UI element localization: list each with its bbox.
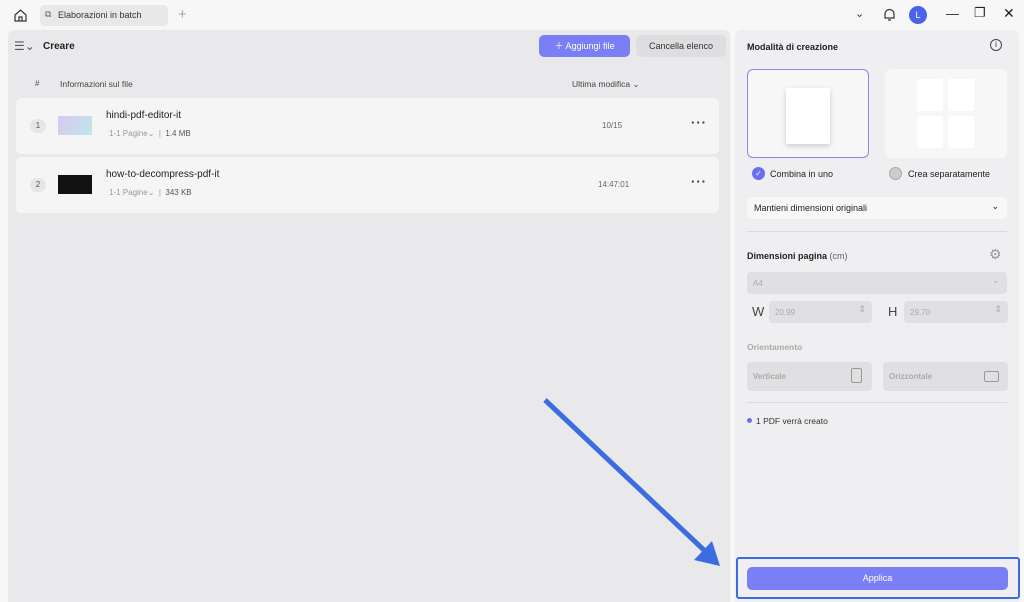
separate-card[interactable] (885, 69, 1007, 158)
batch-icon: ⧉ (45, 9, 52, 19)
separate-radio[interactable] (889, 167, 902, 180)
file-modified: 10/15 (602, 121, 623, 130)
page-size-title: Dimensioni pagina (cm) (747, 251, 848, 261)
height-value: 29.70 (910, 308, 931, 317)
chevron-down-icon: ⌄ (992, 276, 999, 285)
width-input[interactable]: 20.99 ⇕ (769, 301, 872, 323)
size-mode-value: Mantieni dimensioni originali (754, 203, 868, 213)
paper-size-select[interactable]: A4 ⌄ (747, 272, 1007, 294)
landscape-label: Orizzontale (889, 372, 933, 381)
title-bar: ⧉ Elaborazioni in batch + ⌄ L — ❐ ✕ (0, 0, 1024, 30)
tab-label: Elaborazioni in batch (58, 10, 142, 20)
height-label: H (888, 304, 898, 319)
file-thumbnail (58, 175, 92, 194)
stepper-icon[interactable]: ⇕ (994, 304, 1002, 315)
bell-icon[interactable] (883, 8, 896, 22)
page-range[interactable]: 1-1 Pagine⌄ | 1.4 MB (109, 129, 191, 138)
chevron-down-icon[interactable]: ⌄ (855, 7, 864, 20)
plus-icon: ＋ (554, 41, 566, 51)
portrait-icon (851, 368, 862, 383)
page-preview-icon (917, 116, 943, 148)
column-modified[interactable]: Ultima modifica ⌄ (572, 79, 640, 90)
landscape-button[interactable]: Orizzontale (883, 362, 1008, 391)
page-range-label: 1-1 Pagine (109, 188, 148, 197)
highlight-box (736, 557, 1020, 599)
landscape-icon (984, 371, 999, 382)
orientation-title: Orientamento (747, 342, 803, 352)
minimize-icon[interactable]: — (946, 6, 959, 21)
unit-label: (cm) (829, 251, 848, 261)
panel-title: Creare (43, 41, 75, 52)
combine-radio[interactable]: ✓ (752, 167, 765, 180)
separate-label: Crea separatamente (908, 169, 991, 179)
file-size: 1.4 MB (165, 129, 191, 138)
document-preview-icon (786, 88, 830, 144)
file-name: hindi-pdf-editor-it (106, 110, 182, 121)
width-value: 20.99 (775, 308, 796, 317)
page-size-title-text: Dimensioni pagina (747, 251, 828, 261)
page-preview-icon (917, 79, 943, 111)
paper-size-value: A4 (753, 279, 763, 288)
gear-icon[interactable]: ⚙ (989, 246, 1002, 263)
add-file-button[interactable]: ＋ Aggiungi file (539, 35, 630, 57)
portrait-button[interactable]: Verticale (747, 362, 872, 391)
close-icon[interactable]: ✕ (1003, 5, 1015, 22)
combine-label: Combina in uno (770, 169, 834, 179)
clear-list-button[interactable]: Cancella elenco (636, 35, 726, 57)
avatar[interactable]: L (909, 6, 927, 24)
file-name: how-to-decompress-pdf-it (106, 169, 220, 180)
menu-icon[interactable]: ☰⌄ (14, 39, 35, 53)
chevron-down-icon: ⌄ (991, 201, 999, 211)
more-icon[interactable]: ··· (691, 174, 707, 189)
table-row[interactable]: 2 how-to-decompress-pdf-it 1-1 Pagine⌄ |… (16, 157, 719, 213)
file-size: 343 KB (165, 188, 192, 197)
page-preview-icon (948, 116, 974, 148)
mode-title: Modalità di creazione (747, 42, 839, 52)
column-num: # (35, 79, 40, 88)
add-file-label: Aggiungi file (565, 41, 615, 51)
file-list-panel: ☰⌄ Creare ＋ Aggiungi file Cancella elenc… (8, 30, 730, 602)
page-range-label: 1-1 Pagine (109, 129, 148, 138)
page-range[interactable]: 1-1 Pagine⌄ | 343 KB (109, 188, 192, 197)
divider (747, 402, 1007, 403)
more-icon[interactable]: ··· (691, 115, 707, 130)
size-mode-select[interactable]: Mantieni dimensioni originali ⌄ (747, 197, 1007, 219)
table-row[interactable]: 1 hindi-pdf-editor-it 1-1 Pagine⌄ | 1.4 … (16, 98, 719, 154)
column-modified-label: Ultima modifica (572, 79, 631, 89)
row-index: 2 (30, 178, 46, 192)
column-info: Informazioni sul file (60, 79, 133, 89)
stepper-icon[interactable]: ⇕ (858, 304, 866, 315)
divider (747, 231, 1007, 232)
height-input[interactable]: 29.70 ⇕ (904, 301, 1008, 323)
file-thumbnail (58, 116, 92, 135)
restore-icon[interactable]: ❐ (974, 5, 986, 21)
home-icon[interactable] (13, 8, 28, 23)
info-icon[interactable]: i (990, 39, 1002, 51)
row-index: 1 (30, 119, 46, 133)
file-modified: 14:47:01 (598, 180, 630, 189)
new-tab-icon[interactable]: + (178, 6, 187, 23)
combine-card[interactable] (747, 69, 869, 158)
width-label: W (752, 304, 765, 319)
bullet-icon (747, 418, 752, 423)
tab-batch[interactable]: ⧉ Elaborazioni in batch (40, 5, 168, 26)
portrait-label: Verticale (753, 372, 786, 381)
result-note: 1 PDF verrà creato (756, 416, 828, 426)
page-preview-icon (948, 79, 974, 111)
settings-panel: Modalità di creazione i ✓ Combina in uno… (735, 30, 1019, 602)
